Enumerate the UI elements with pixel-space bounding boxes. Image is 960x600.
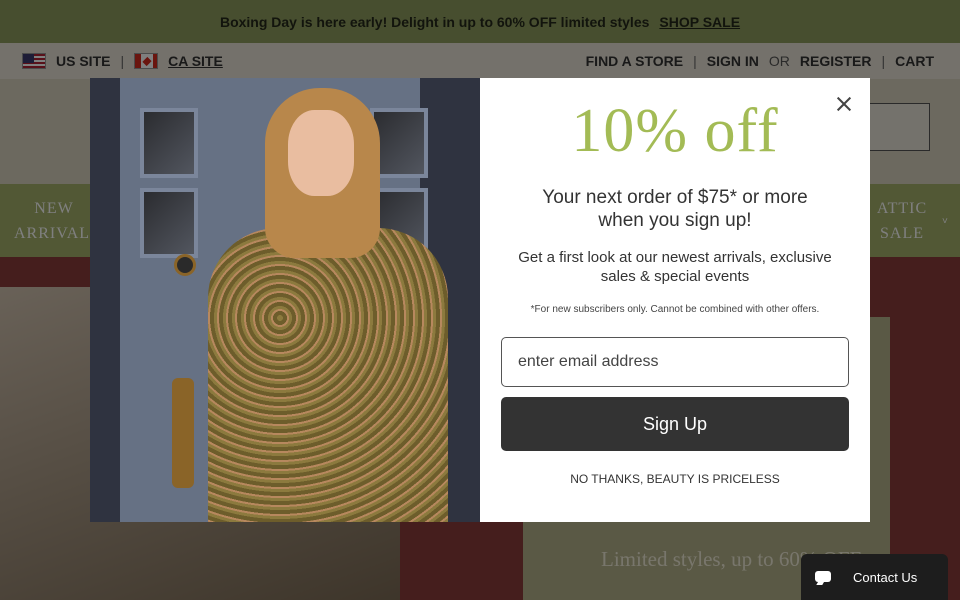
offer-subheading: Your next order of $75* or more when you… (542, 187, 808, 231)
email-field[interactable] (501, 337, 849, 387)
lock-icon (174, 254, 196, 276)
chat-icon (815, 570, 831, 584)
no-thanks-link[interactable]: NO THANKS, BEAUTY IS PRICELESS (480, 472, 870, 486)
offer-headline: 10% off (571, 97, 779, 165)
signup-modal: 10% off Your next order of $75* or more … (90, 78, 870, 522)
fine-print: *For new subscribers only. Cannot be com… (530, 304, 820, 315)
modal-content: 10% off Your next order of $75* or more … (480, 78, 870, 522)
model-face (288, 110, 354, 196)
model-dress (208, 228, 448, 522)
door-handle (172, 378, 194, 488)
contact-us-label: Contact Us (853, 569, 918, 585)
sign-up-button[interactable]: Sign Up (501, 397, 849, 451)
modal-photo (90, 78, 480, 522)
contact-us-button[interactable]: Contact Us (801, 554, 948, 600)
offer-description: Get a first look at our newest arrivals,… (518, 249, 832, 285)
